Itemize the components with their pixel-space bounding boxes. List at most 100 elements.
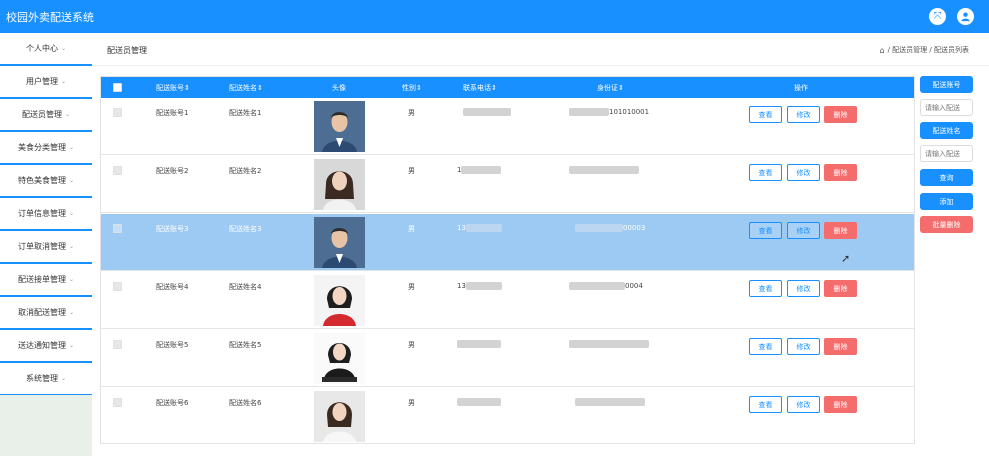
breadcrumb-item: 配送员列表 [934, 46, 969, 54]
cell-id-card: 0004 [569, 282, 643, 290]
cell-name: 配送姓名4 [229, 283, 262, 291]
sidebar: 个人中心 ⌄ 用户管理 ⌄ 配送员管理 ⌄ 美食分类管理 ⌄ 特色美食管理 ⌄ 订单信息管… [0, 33, 92, 456]
sidebar-item-label: 美食分类管理 [17, 143, 66, 152]
breadcrumb: ⌂ / 配送员管理 / 配送员列表 [880, 45, 970, 55]
cell-account: 配送账号4 [156, 283, 189, 291]
col-gender[interactable]: 性别⇕ [402, 83, 422, 93]
select-all-checkbox[interactable] [113, 83, 122, 92]
sidebar-item-personal-center[interactable]: 个人中心 ⌄ [0, 33, 92, 66]
chevron-down-icon: ⌄ [68, 342, 75, 349]
chevron-down-icon: ⌄ [68, 309, 75, 316]
col-id-card[interactable]: 身份证⇕ [597, 83, 624, 93]
sidebar-item-label: 订单信息管理 [17, 209, 66, 218]
table-row[interactable]: 配送账号4 配送姓名4 男 13 0004 查看 修改 删除 [101, 272, 914, 329]
table-row[interactable]: 配送账号1 配送姓名1 男 101010001 查看 修改 删除 [101, 98, 914, 155]
delete-button[interactable]: 删除 [824, 222, 857, 239]
cell-phone: 13 [457, 282, 502, 290]
row-checkbox[interactable] [113, 398, 122, 407]
col-name[interactable]: 配送姓名⇕ [229, 83, 263, 93]
row-checkbox[interactable] [113, 166, 122, 175]
sidebar-item-delivery-cancel[interactable]: 取消配送管理 ⌄ [0, 297, 92, 330]
expand-icon[interactable]: ⤧ [929, 8, 946, 25]
table-row[interactable]: 配送账号6 配送姓名6 男 查看 修改 删除 [101, 388, 914, 443]
chevron-down-icon: ⌄ [68, 210, 75, 217]
name-search-label: 配送姓名 [920, 122, 973, 139]
page-title: 配送员管理 [107, 46, 147, 55]
sidebar-item-couriers[interactable]: 配送员管理 ⌄ [0, 99, 92, 132]
avatar [314, 391, 365, 442]
sidebar-item-label: 用户管理 [25, 77, 58, 86]
edit-button[interactable]: 修改 [787, 280, 820, 297]
delete-button[interactable]: 删除 [824, 396, 857, 413]
col-avatar: 头像 [332, 84, 346, 92]
view-button[interactable]: 查看 [749, 222, 782, 239]
name-search-input[interactable] [920, 145, 973, 162]
view-button[interactable]: 查看 [749, 396, 782, 413]
cell-phone [457, 340, 501, 348]
cell-id-card [575, 398, 645, 406]
account-search-input[interactable] [920, 99, 973, 116]
cell-id-card [569, 340, 649, 348]
table-row[interactable]: 配送账号3 配送姓名3 男 13 00003 查看 修改 删除 [101, 214, 914, 271]
table-row[interactable]: 配送账号2 配送姓名2 男 1 查看 修改 删除 [101, 156, 914, 213]
sidebar-item-orders[interactable]: 订单信息管理 ⌄ [0, 198, 92, 231]
edit-button[interactable]: 修改 [787, 222, 820, 239]
sidebar-item-label: 个人中心 [25, 44, 58, 53]
edit-button[interactable]: 修改 [787, 338, 820, 355]
sidebar-item-system[interactable]: 系统管理 ⌄ [0, 363, 92, 396]
sidebar-item-delivery-notice[interactable]: 送达通知管理 ⌄ [0, 330, 92, 363]
cell-gender: 男 [408, 109, 415, 117]
edit-button[interactable]: 修改 [787, 396, 820, 413]
sidebar-item-users[interactable]: 用户管理 ⌄ [0, 66, 92, 99]
chevron-down-icon: ⌄ [68, 276, 75, 283]
view-button[interactable]: 查看 [749, 106, 782, 123]
sidebar-item-label: 配送员管理 [21, 110, 62, 119]
breadcrumb-bar: 配送员管理 ⌂ / 配送员管理 / 配送员列表 [92, 33, 989, 66]
home-icon[interactable]: ⌂ [880, 46, 885, 55]
cursor-icon: ➚ [841, 252, 851, 265]
col-phone[interactable]: 联系电话⇕ [463, 83, 497, 93]
sidebar-background [0, 395, 92, 456]
cell-name: 配送姓名3 [229, 225, 262, 233]
row-checkbox[interactable] [113, 340, 122, 349]
sidebar-item-order-cancel[interactable]: 订单取消管理 ⌄ [0, 231, 92, 264]
add-button[interactable]: 添加 [920, 193, 973, 210]
delete-button[interactable]: 删除 [824, 280, 857, 297]
chevron-down-icon: ⌄ [60, 375, 67, 382]
top-bar: 校园外卖配送系统 ⤧ [0, 0, 989, 33]
breadcrumb-sep: / [929, 46, 932, 54]
delete-button[interactable]: 删除 [824, 164, 857, 181]
row-checkbox[interactable] [113, 282, 122, 291]
view-button[interactable]: 查看 [749, 280, 782, 297]
user-icon[interactable] [957, 8, 974, 25]
delete-button[interactable]: 删除 [824, 338, 857, 355]
breadcrumb-item[interactable]: 配送员管理 [892, 45, 927, 55]
sidebar-item-specialty-food[interactable]: 特色美食管理 ⌄ [0, 165, 92, 198]
table-row[interactable]: 配送账号5 配送姓名5 男 查看 修改 删除 [101, 330, 914, 387]
chevron-down-icon: ⌄ [68, 144, 75, 151]
search-button[interactable]: 查询 [920, 169, 973, 186]
edit-button[interactable]: 修改 [787, 164, 820, 181]
view-button[interactable]: 查看 [749, 164, 782, 181]
cell-gender: 男 [408, 399, 415, 407]
cell-phone [463, 108, 511, 116]
batch-delete-button[interactable]: 批量删除 [920, 216, 973, 233]
cell-name: 配送姓名2 [229, 167, 262, 175]
chevron-down-icon: ⌄ [60, 45, 67, 52]
avatar [314, 217, 365, 268]
cell-id-card: 00003 [575, 224, 645, 232]
row-checkbox[interactable] [113, 224, 122, 233]
row-checkbox[interactable] [113, 108, 122, 117]
sidebar-item-delivery-accept[interactable]: 配送接单管理 ⌄ [0, 264, 92, 297]
view-button[interactable]: 查看 [749, 338, 782, 355]
delete-button[interactable]: 删除 [824, 106, 857, 123]
sidebar-item-food-categories[interactable]: 美食分类管理 ⌄ [0, 132, 92, 165]
col-actions: 操作 [794, 84, 808, 92]
cell-account: 配送账号5 [156, 341, 189, 349]
cell-account: 配送账号1 [156, 109, 189, 117]
col-account[interactable]: 配送账号⇕ [156, 83, 190, 93]
edit-button[interactable]: 修改 [787, 106, 820, 123]
cell-id-card: 101010001 [569, 108, 649, 116]
chevron-down-icon: ⌄ [68, 243, 75, 250]
cell-account: 配送账号6 [156, 399, 189, 407]
